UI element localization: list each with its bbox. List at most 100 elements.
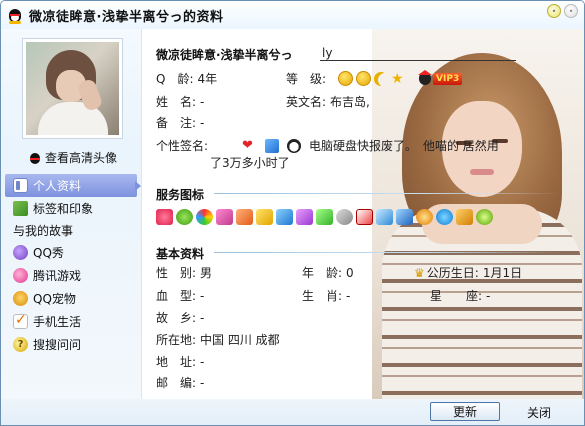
sidebar-group-label: 与我的故事 <box>13 224 74 238</box>
heart-icon: ❤ <box>242 138 253 153</box>
location-value: 中国 四川 成都 <box>200 333 280 347</box>
qzone-service-icon[interactable] <box>396 209 413 225</box>
q-age-label: Q 龄: <box>156 72 194 86</box>
sidebar-item-pet[interactable]: QQ宠物 <box>5 287 137 310</box>
view-hd-avatar-link[interactable]: 查看高清头像 <box>29 149 117 166</box>
address-label: 地 址: <box>156 355 197 369</box>
window-title: 微凉徒眸意·浅挚半离兮っ的资料 <box>29 9 224 25</box>
remark-value: - <box>200 115 205 130</box>
zodiac-value: - <box>346 288 351 303</box>
phone-service-icon[interactable] <box>376 209 393 225</box>
basic-info-title: 基本资料 <box>156 247 205 261</box>
birthday-label: 公历生日: <box>426 266 479 280</box>
moon-level-icon <box>374 72 388 86</box>
postcode-value: - <box>200 375 205 390</box>
sidebar-item-label: 手机生活 <box>33 315 82 329</box>
love-service-icon[interactable] <box>156 209 173 225</box>
minimize-button[interactable]: • <box>547 4 561 18</box>
blue-emoticon-icon <box>264 138 279 153</box>
game-icon <box>13 268 28 283</box>
game-service-icon[interactable] <box>416 209 433 225</box>
remark-row: 备 注: - <box>156 114 204 131</box>
sidebar-item-profile[interactable]: 个人资料 <box>5 174 141 197</box>
penguin-hat-icon <box>418 70 433 85</box>
diamond-orange-service-icon[interactable] <box>236 209 253 225</box>
close-button[interactable]: 关闭 <box>511 403 567 421</box>
level-label: 等 级: <box>286 72 327 86</box>
level-row: 等 级: ★ VIP3 <box>286 70 463 87</box>
signature-text-line1: 电脑硬盘快报废了。 他喵的 居然用 <box>308 139 499 153</box>
profile-card-icon <box>13 178 28 193</box>
hometown-value: - <box>200 310 205 325</box>
gender-value: 男 <box>200 266 213 280</box>
signature-continued-row: 了3万多小时了 <box>210 154 290 171</box>
signature-field[interactable]: ly <box>320 46 516 61</box>
refresh-button[interactable]: 更新 <box>430 402 500 421</box>
sidebar: 查看高清头像 个人资料 标签和印象 与我的故事 QQ秀 腾讯游戏 QQ宠物 ✓ … <box>1 29 141 399</box>
signature-label: 个性签名: <box>156 139 209 153</box>
tag-icon <box>13 201 28 216</box>
zodiac-row: 生 肖: - <box>302 287 350 304</box>
avatar[interactable] <box>22 38 123 139</box>
zodiac-label: 生 肖: <box>302 289 343 303</box>
age-row: 年 龄: 0 <box>302 264 354 281</box>
sidebar-item-label: QQ宠物 <box>33 292 76 306</box>
money-service-icon[interactable] <box>476 209 493 225</box>
remark-label: 备 注: <box>156 116 197 130</box>
diamond-pink-service-icon[interactable] <box>216 209 233 225</box>
age-label: 年 龄: <box>302 266 343 280</box>
qq-penguin-icon <box>29 151 41 165</box>
vip-badge[interactable]: VIP3 <box>418 70 463 85</box>
sidebar-item-qqshow[interactable]: QQ秀 <box>5 241 137 264</box>
blue-circle-service-icon[interactable] <box>436 209 453 225</box>
gender-row: 性 别: 男 <box>156 264 212 281</box>
qq-penguin-icon <box>7 6 23 24</box>
diamond-green-service-icon[interactable] <box>316 209 333 225</box>
surname-value: - <box>200 94 205 109</box>
sun-level-icon <box>338 71 354 86</box>
location-label: 所在地: <box>156 333 197 347</box>
sidebar-item-label: 个人资料 <box>33 179 82 193</box>
book-service-icon[interactable] <box>456 209 473 225</box>
star-level-icon: ★ <box>391 70 404 87</box>
signature-text-line2: 了3万多小时了 <box>210 156 290 170</box>
pet-icon <box>13 291 28 306</box>
color-service-icon[interactable] <box>196 209 213 225</box>
panda-icon <box>286 138 301 153</box>
english-name-row: 英文名: 布吉岛, <box>286 93 370 110</box>
blood-value: - <box>200 288 205 303</box>
sidebar-item-label: 腾讯游戏 <box>33 269 82 283</box>
title-bar[interactable]: 微凉徒眸意·浅挚半离兮っ的资料 • • <box>1 1 584 29</box>
age-value: 0 <box>346 265 354 280</box>
birthday-value: 1月1日 <box>482 266 523 280</box>
sidebar-item-tags[interactable]: 标签和印象 <box>5 197 137 220</box>
hometown-label: 故 乡: <box>156 311 197 325</box>
sun-level-icon <box>356 71 372 86</box>
diamond-yellow-service-icon[interactable] <box>256 209 273 225</box>
red-label-service-icon[interactable] <box>356 209 373 225</box>
location-row: 所在地: 中国 四川 成都 <box>156 331 280 348</box>
sidebar-item-mobile-life[interactable]: 手机生活 <box>5 310 137 333</box>
music-service-icon[interactable] <box>336 209 353 225</box>
profile-window: 微凉徒眸意·浅挚半离兮っ的资料 • • 查看高清头像 个人资料 标签和印象 与我… <box>0 0 585 426</box>
address-value: - <box>200 354 205 369</box>
q-age-row: Q 龄: 4年 <box>156 70 217 87</box>
postcode-label: 邮 编: <box>156 376 197 390</box>
address-row: 地 址: - <box>156 353 204 370</box>
sidebar-item-soso-wenwen[interactable]: ? 搜搜问问 <box>5 333 137 356</box>
diamond-purple-service-icon[interactable] <box>296 209 313 225</box>
sidebar-item-label: QQ秀 <box>33 246 64 260</box>
chat-service-icon[interactable] <box>176 209 193 225</box>
english-name-value: 布吉岛, <box>330 95 370 109</box>
diamond-blue-service-icon[interactable] <box>276 209 293 225</box>
sidebar-item-label: 标签和印象 <box>33 202 94 216</box>
close-window-button[interactable]: • <box>564 4 578 18</box>
english-name-label: 英文名: <box>286 95 327 109</box>
services-divider <box>214 193 560 194</box>
sidebar-item-games[interactable]: 腾讯游戏 <box>5 264 137 287</box>
postcode-row: 邮 编: - <box>156 374 204 391</box>
vip-level: VIP3 <box>433 72 463 85</box>
surname-row: 姓 名: - <box>156 93 204 110</box>
footer-bar: 更新 关闭 <box>1 399 584 425</box>
birthday-row: ♛ 公历生日: 1月1日 <box>414 264 522 281</box>
